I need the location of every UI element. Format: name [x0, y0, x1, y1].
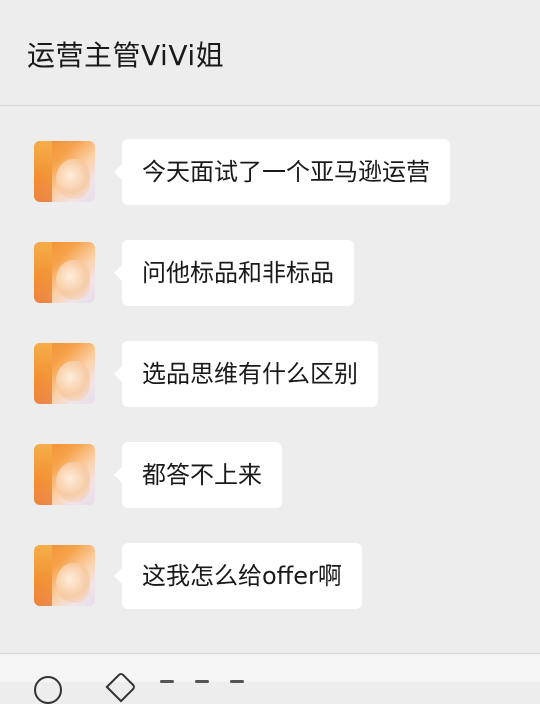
message-row: 今天面试了一个亚马逊运营	[0, 139, 540, 205]
sender-avatar[interactable]	[34, 242, 95, 303]
chat-title: 运营主管ViVi姐	[27, 39, 225, 72]
sender-avatar[interactable]	[34, 343, 95, 404]
sender-avatar[interactable]	[34, 545, 95, 606]
message-row: 这我怎么给offer啊	[0, 543, 540, 609]
message-bubble[interactable]: 都答不上来	[114, 442, 282, 508]
sender-avatar[interactable]	[34, 444, 95, 505]
sender-avatar[interactable]	[34, 141, 95, 202]
message-row: 问他标品和非标品	[0, 240, 540, 306]
input-bar	[0, 653, 540, 704]
message-bubble[interactable]: 选品思维有什么区别	[114, 341, 378, 407]
chat-header: 运营主管ViVi姐	[0, 0, 540, 106]
message-bubble[interactable]: 今天面试了一个亚马逊运营	[114, 139, 450, 205]
message-bubble[interactable]: 这我怎么给offer啊	[114, 543, 362, 609]
message-bubble[interactable]: 问他标品和非标品	[114, 240, 354, 306]
message-row: 都答不上来	[0, 442, 540, 508]
message-list[interactable]: 今天面试了一个亚马逊运营 问他标品和非标品 选品思维有什么区别 都答不上来 这我…	[0, 107, 540, 653]
voice-icon[interactable]	[34, 676, 62, 704]
message-row: 选品思维有什么区别	[0, 341, 540, 407]
emoji-icon[interactable]	[105, 671, 137, 703]
